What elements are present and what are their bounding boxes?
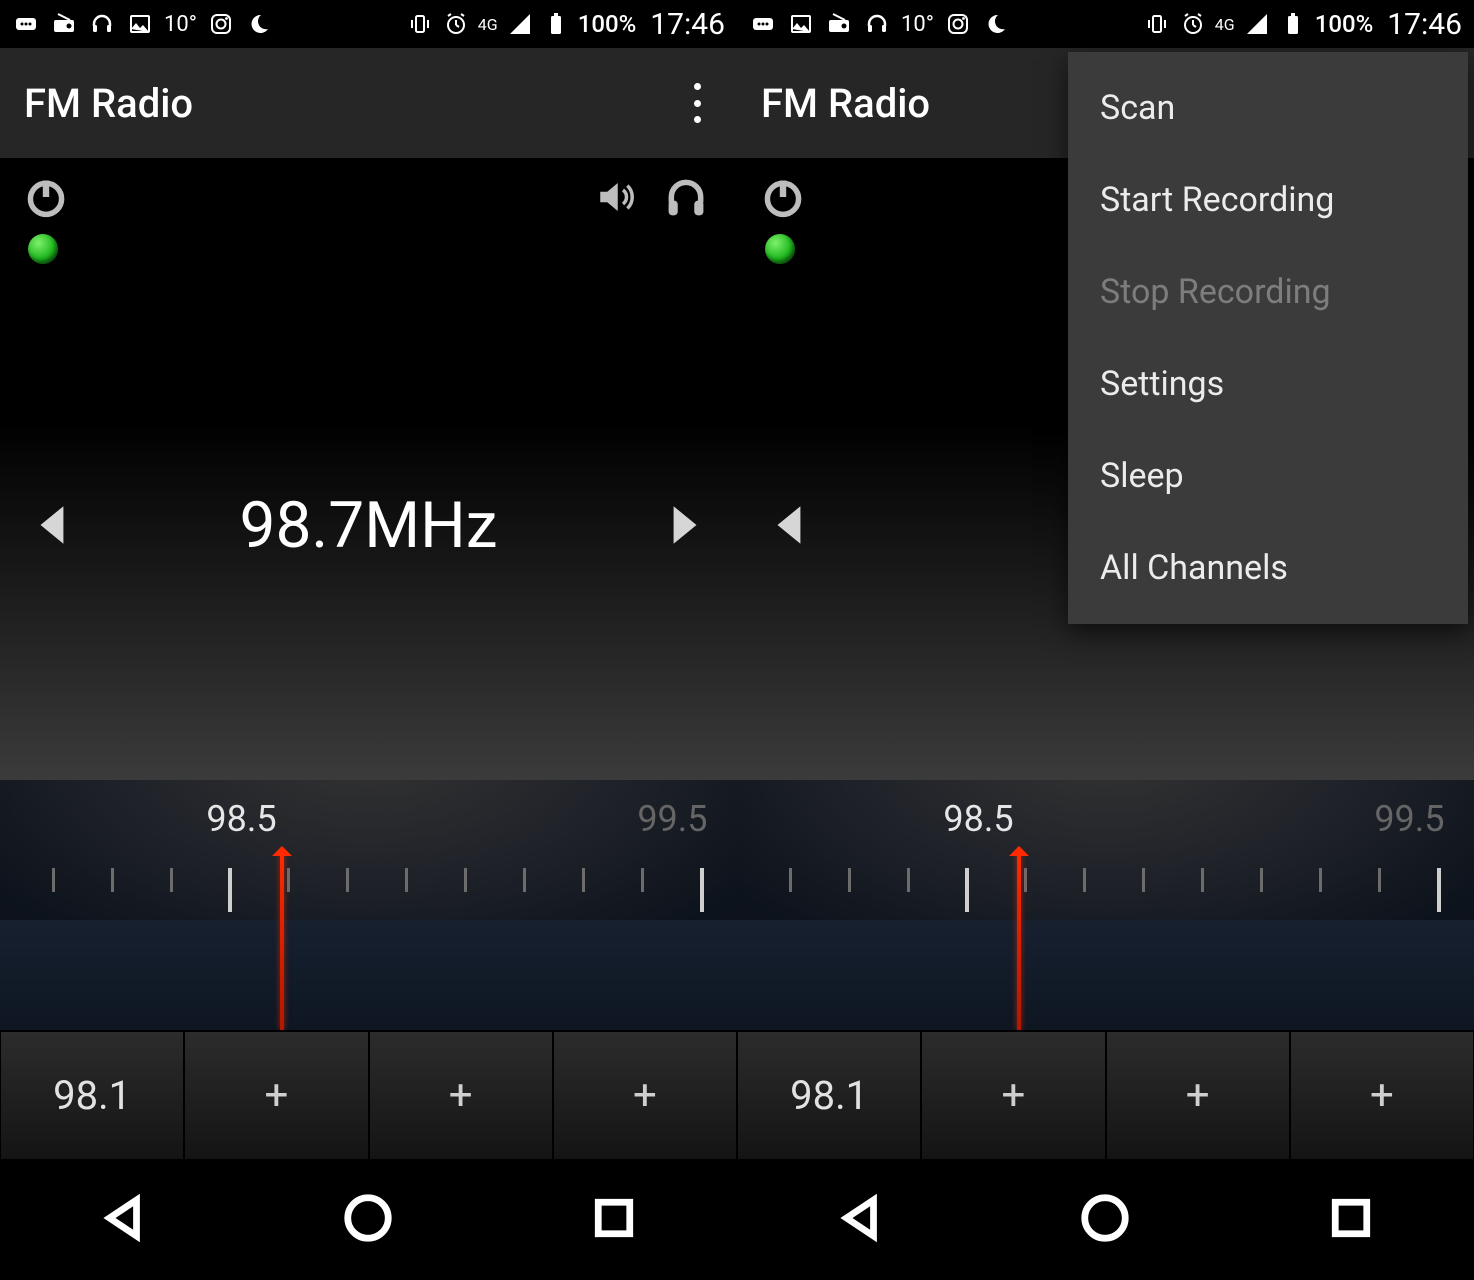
image-icon: [126, 12, 154, 36]
menu-scan[interactable]: Scan: [1068, 62, 1468, 154]
top-controls: [0, 158, 737, 228]
temperature: 10°: [901, 12, 934, 37]
moon-icon: [982, 12, 1010, 36]
back-button[interactable]: [96, 1191, 150, 1249]
alarm-icon: [1179, 12, 1207, 36]
dial-needle-icon: [280, 850, 284, 1030]
clock: 17:46: [1387, 7, 1462, 42]
network-type: 4G: [1215, 15, 1235, 34]
status-bar: 10° 4G 100% 17:46: [737, 0, 1474, 48]
dial-label: 99.5: [1374, 798, 1444, 840]
vibrate-icon: [406, 12, 434, 36]
radio-icon: [825, 12, 853, 36]
network-type: 4G: [478, 15, 498, 34]
indicator-row: [0, 228, 737, 270]
signal-icon: [506, 12, 534, 36]
tuning-dial[interactable]: 98.5 99.5: [0, 780, 737, 1030]
battery-icon: [1279, 12, 1307, 36]
dial-ticks: [0, 868, 737, 928]
home-button[interactable]: [1078, 1191, 1132, 1249]
recents-button[interactable]: [1324, 1191, 1378, 1249]
dial-label: 98.5: [943, 798, 1013, 840]
preset-add[interactable]: +: [553, 1031, 737, 1160]
overflow-menu: Scan Start Recording Stop Recording Sett…: [1068, 52, 1468, 624]
preset-row: 98.1 + + +: [0, 1030, 737, 1160]
menu-sleep[interactable]: Sleep: [1068, 430, 1468, 522]
instagram-icon: [207, 12, 235, 36]
app-title: FM Radio: [761, 80, 930, 127]
dial-label: 98.5: [206, 798, 276, 840]
preset-add[interactable]: +: [921, 1031, 1105, 1160]
power-icon[interactable]: [24, 175, 68, 219]
prev-station-button[interactable]: [765, 490, 815, 560]
back-button[interactable]: [833, 1191, 887, 1249]
recents-button[interactable]: [587, 1191, 641, 1249]
home-button[interactable]: [341, 1191, 395, 1249]
more-icon: [12, 12, 40, 36]
phone-right: 10° 4G 100% 17:46 FM Radio 98. 9: [737, 0, 1474, 1280]
preset-add[interactable]: +: [1106, 1031, 1290, 1160]
current-frequency: 98.7MHz: [239, 488, 497, 563]
status-bar: 10° 4G 100% 17:46: [0, 0, 737, 48]
app-titlebar: FM Radio: [0, 48, 737, 158]
temperature: 10°: [164, 12, 197, 37]
system-nav-bar: [737, 1160, 1474, 1280]
next-station-button[interactable]: [659, 490, 709, 560]
battery-percent: 100%: [578, 10, 637, 38]
signal-icon: [1243, 12, 1271, 36]
prev-station-button[interactable]: [28, 490, 78, 560]
clock: 17:46: [650, 7, 725, 42]
status-led-icon: [28, 234, 58, 264]
radio-icon: [50, 12, 78, 36]
headphones-icon: [88, 12, 116, 36]
preset-add[interactable]: +: [369, 1031, 553, 1160]
preset-1[interactable]: 98.1: [0, 1031, 184, 1160]
power-icon[interactable]: [761, 175, 805, 219]
system-nav-bar: [0, 1160, 737, 1280]
preset-add[interactable]: +: [1290, 1031, 1474, 1160]
dial-needle-icon: [1017, 850, 1021, 1030]
status-led-icon: [765, 234, 795, 264]
battery-icon: [542, 12, 570, 36]
menu-start-recording[interactable]: Start Recording: [1068, 154, 1468, 246]
instagram-icon: [944, 12, 972, 36]
dial-ticks: [737, 868, 1474, 928]
phone-left: 10° 4G 100% 17:46 FM Radio: [0, 0, 737, 1280]
tuning-dial[interactable]: 98.5 99.5: [737, 780, 1474, 1030]
headphones-icon: [863, 12, 891, 36]
speaker-icon[interactable]: [591, 176, 641, 218]
overflow-menu-button[interactable]: [681, 83, 713, 123]
preset-add[interactable]: +: [184, 1031, 368, 1160]
alarm-icon: [442, 12, 470, 36]
image-icon: [787, 12, 815, 36]
app-title: FM Radio: [24, 80, 193, 127]
moon-icon: [245, 12, 273, 36]
dial-label: 99.5: [637, 798, 707, 840]
headphones-output-icon[interactable]: [659, 175, 713, 219]
preset-1[interactable]: 98.1: [737, 1031, 921, 1160]
vibrate-icon: [1143, 12, 1171, 36]
menu-settings[interactable]: Settings: [1068, 338, 1468, 430]
menu-stop-recording: Stop Recording: [1068, 246, 1468, 338]
battery-percent: 100%: [1315, 10, 1374, 38]
preset-row: 98.1 + + +: [737, 1030, 1474, 1160]
frequency-display: 98.7MHz: [0, 270, 737, 780]
menu-all-channels[interactable]: All Channels: [1068, 522, 1468, 614]
more-icon: [749, 12, 777, 36]
